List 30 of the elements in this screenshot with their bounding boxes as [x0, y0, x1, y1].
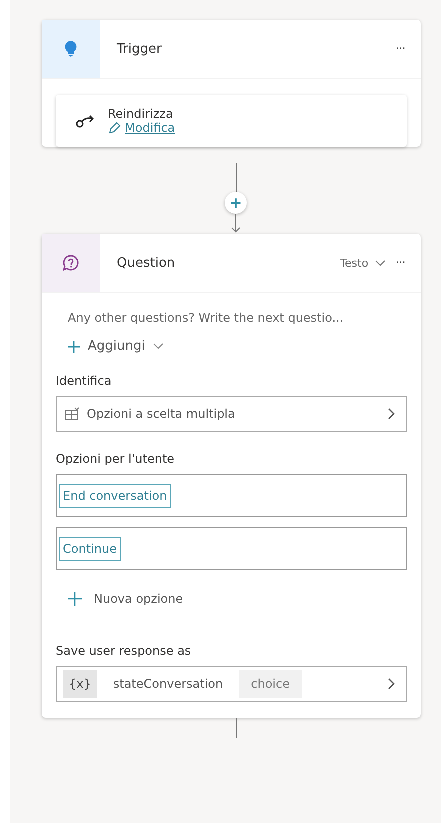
message-field[interactable]: Any other questions? Write the next questio... [56, 311, 407, 325]
chevron-right-icon [388, 408, 396, 420]
option-field[interactable]: Continue [56, 527, 407, 570]
new-option-button[interactable]: Nuova opzione [68, 592, 184, 606]
edit-link[interactable]: Modifica [108, 121, 176, 135]
more-button[interactable]: ··· [396, 42, 405, 56]
plus-icon [68, 592, 82, 606]
add-step-button[interactable]: + [225, 192, 247, 214]
chevron-right-icon [388, 678, 396, 690]
chevron-down-icon [374, 260, 386, 266]
grid-icon [65, 407, 81, 421]
field-label: Identifica [56, 374, 113, 388]
add-button[interactable]: Aggiungi [68, 339, 164, 354]
format-dropdown[interactable]: Testo [340, 256, 386, 270]
field-label: Opzioni per l'utente [56, 452, 176, 466]
down-arrow-icon [231, 214, 241, 234]
card-title: Question [117, 256, 176, 270]
lightbulb-icon [65, 41, 77, 57]
option-field[interactable]: End conversation [56, 474, 407, 517]
action-name: Reindirizza [108, 107, 174, 121]
identify-field[interactable]: Opzioni a scelta multipla [56, 396, 407, 432]
card-title: Trigger [117, 42, 163, 56]
chevron-down-icon [153, 343, 164, 350]
plus-icon [68, 340, 80, 352]
redirect-icon [76, 114, 96, 128]
question-bubble-icon [62, 254, 80, 272]
more-button[interactable]: ··· [396, 256, 405, 270]
field-label: Save user response as [56, 644, 192, 658]
variable-field[interactable]: {x} stateConversation choice [56, 666, 407, 702]
pencil-icon [108, 122, 121, 134]
